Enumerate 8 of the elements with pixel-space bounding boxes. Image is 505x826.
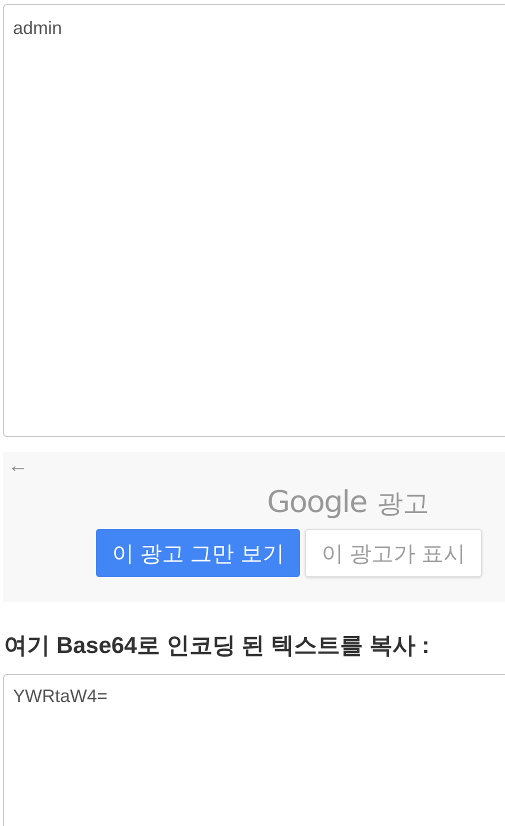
stop-ad-button[interactable]: 이 광고 그만 보기 (96, 529, 300, 577)
input-field[interactable]: admin (3, 4, 505, 437)
ad-label: 광고 (376, 487, 429, 520)
ad-brand-logo: Google (267, 484, 367, 522)
ad-info-button[interactable]: 이 광고가 표시 (305, 529, 482, 577)
output-heading: 여기 Base64로 인코딩 된 텍스트를 복사 : (4, 631, 431, 660)
back-button[interactable]: ← (8, 454, 28, 478)
output-field[interactable]: YWRtaW4= (3, 674, 505, 826)
